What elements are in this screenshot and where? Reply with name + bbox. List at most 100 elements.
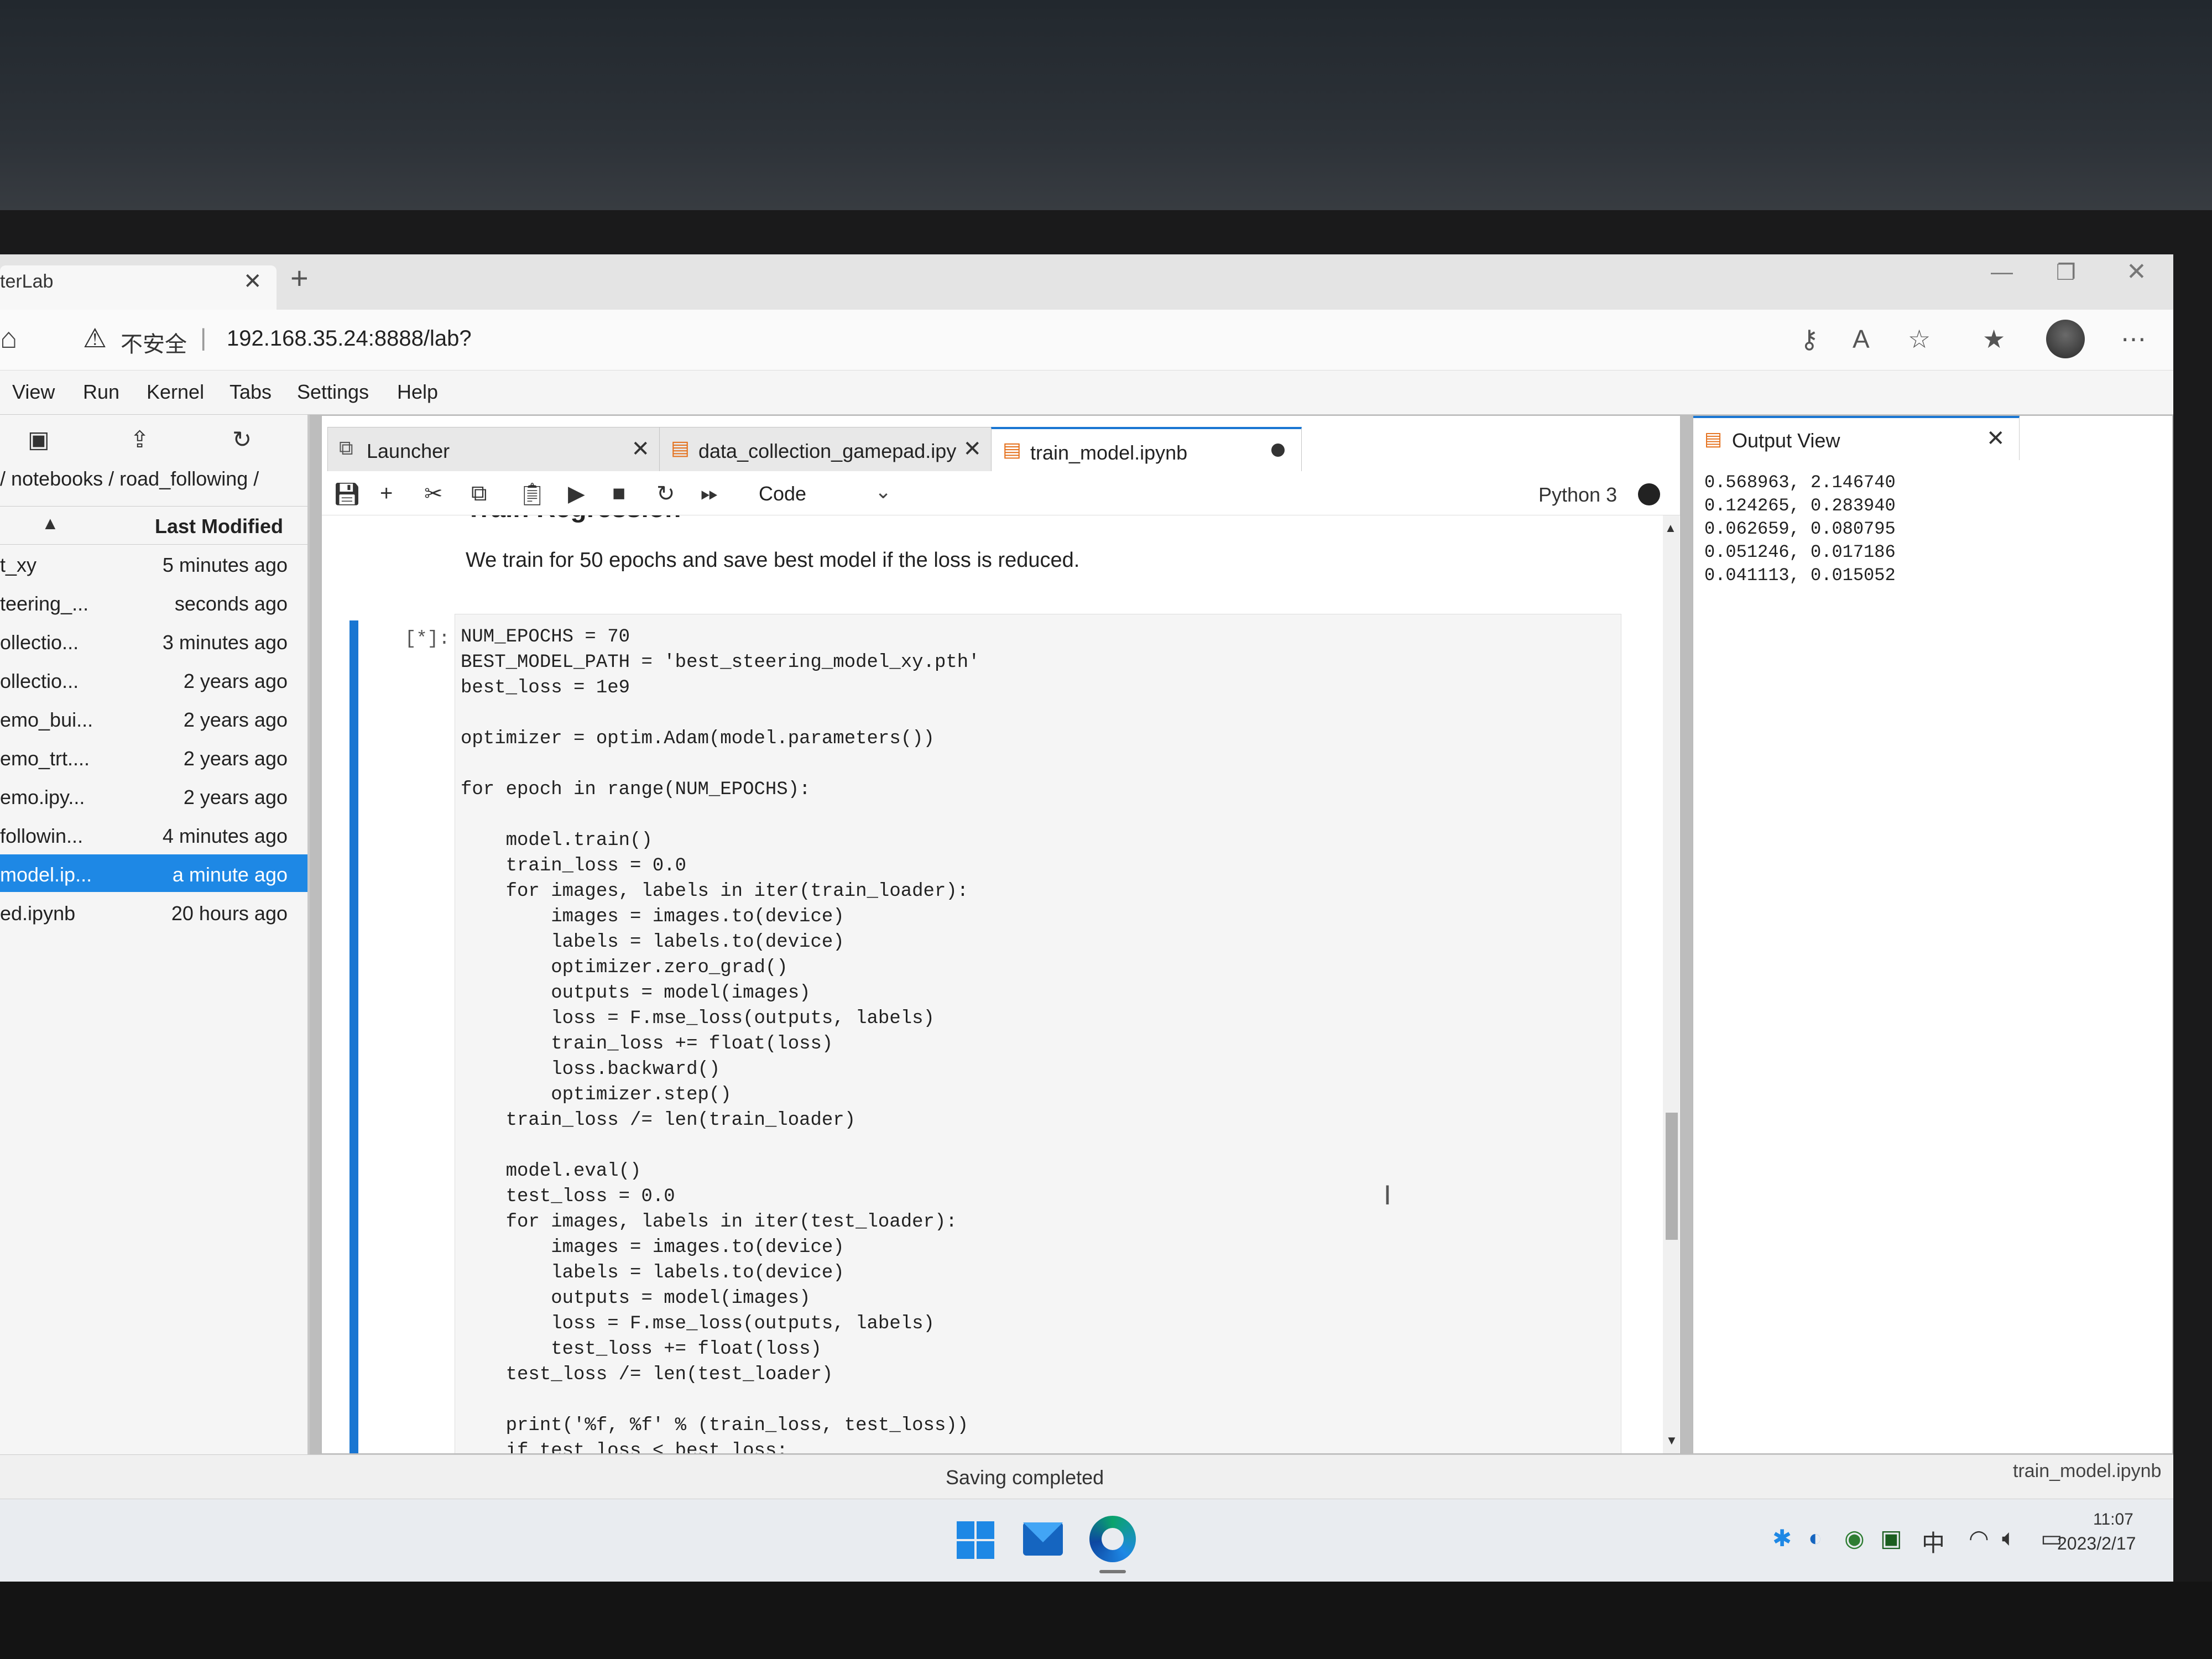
file-row-selected[interactable]: model.ip... a minute ago xyxy=(0,854,307,892)
run-all-icon[interactable]: ⏩︎ xyxy=(701,481,718,506)
home-icon[interactable]: ⌂ xyxy=(0,322,17,355)
security-label[interactable]: 不安全 xyxy=(121,326,187,358)
menu-kernel[interactable]: Kernel xyxy=(147,380,204,404)
code-line[interactable]: if test_loss < best_loss: xyxy=(461,1438,980,1453)
code-line[interactable]: images = images.to(device) xyxy=(461,904,980,930)
code-line[interactable] xyxy=(461,802,980,828)
code-editor[interactable]: NUM_EPOCHS = 70 BEST_MODEL_PATH = 'best_s… xyxy=(461,624,980,1453)
paste-icon[interactable]: 📋︎ xyxy=(518,481,546,507)
new-tab-button[interactable]: + xyxy=(290,260,309,296)
scrollbar-thumb[interactable] xyxy=(1666,1113,1678,1240)
url-input[interactable]: 192.168.35.24:8888/lab? xyxy=(227,326,472,351)
copy-icon[interactable]: ⧉ xyxy=(471,481,487,506)
code-line[interactable]: labels = labels.to(device) xyxy=(461,1260,980,1286)
code-line[interactable]: for images, labels in iter(test_loader): xyxy=(461,1209,980,1235)
code-line[interactable]: train_loss = 0.0 xyxy=(461,853,980,879)
unsaved-indicator-icon[interactable] xyxy=(1271,444,1285,457)
favorite-add-icon[interactable]: ☆ xyxy=(1908,324,1931,354)
code-line[interactable]: test_loss /= len(test_loader) xyxy=(461,1362,980,1387)
kernel-name[interactable]: Python 3 xyxy=(1538,483,1617,507)
code-line[interactable]: optimizer.step() xyxy=(461,1082,980,1108)
tab-output-view[interactable]: ▤ Output View ✕ xyxy=(1693,416,2020,460)
new-folder-icon[interactable]: ▣ xyxy=(28,426,50,453)
file-row[interactable]: ed.ipynb 20 hours ago xyxy=(0,893,307,931)
file-row[interactable]: ollectio... 3 minutes ago xyxy=(0,622,307,660)
save-icon[interactable]: 💾︎ xyxy=(333,481,361,507)
tab-close-icon[interactable]: ✕ xyxy=(963,436,982,462)
menu-view[interactable]: View xyxy=(12,380,55,404)
scroll-down-icon[interactable]: ▼ xyxy=(1666,1433,1678,1448)
code-line[interactable]: loss = F.mse_loss(outputs, labels) xyxy=(461,1311,980,1337)
code-line[interactable] xyxy=(461,1133,980,1159)
code-line[interactable]: for epoch in range(NUM_EPOCHS): xyxy=(461,777,980,802)
code-line[interactable]: outputs = model(images) xyxy=(461,980,980,1006)
code-line[interactable]: print('%f, %f' % (train_loss, test_loss)… xyxy=(461,1413,980,1438)
sort-arrow-icon[interactable]: ▲ xyxy=(41,513,59,534)
clock-time[interactable]: 11:07 xyxy=(2093,1510,2133,1529)
browser-tab-close-icon[interactable]: ✕ xyxy=(243,269,262,294)
cell-type-select[interactable]: Code xyxy=(759,482,806,505)
edge-browser-icon[interactable] xyxy=(1089,1516,1136,1562)
code-line[interactable] xyxy=(461,752,980,777)
mail-icon[interactable] xyxy=(1023,1522,1063,1556)
code-line[interactable]: optimizer = optim.Adam(model.parameters(… xyxy=(461,726,980,752)
bluetooth-icon[interactable]: ✱ xyxy=(1772,1525,1792,1552)
code-line[interactable] xyxy=(461,1387,980,1413)
volume-icon[interactable]: 🔈︎ xyxy=(2002,1525,2016,1552)
file-row[interactable]: t_xy 5 minutes ago xyxy=(0,545,307,582)
tab-data-collection[interactable]: ▤ data_collection_gamepad.ipy ✕ xyxy=(659,427,992,472)
security-tray-icon[interactable]: ◉ xyxy=(1844,1525,1865,1552)
menu-run[interactable]: Run xyxy=(83,380,119,404)
windows-start-icon[interactable] xyxy=(957,1521,995,1560)
scroll-up-icon[interactable]: ▲ xyxy=(1665,521,1677,535)
file-row[interactable]: ollectio... 2 years ago xyxy=(0,661,307,698)
clock-date[interactable]: 2023/2/17 xyxy=(2057,1533,2136,1554)
browser-tab[interactable]: terLab ✕ xyxy=(0,265,276,310)
code-line[interactable] xyxy=(461,701,980,726)
code-line[interactable]: train_loss += float(loss) xyxy=(461,1031,980,1057)
code-line[interactable]: best_loss = 1e9 xyxy=(461,675,980,701)
cut-icon[interactable]: ✂ xyxy=(424,481,443,507)
code-line[interactable]: images = images.to(device) xyxy=(461,1235,980,1260)
gpu-tray-icon[interactable]: ▣ xyxy=(1880,1525,1902,1552)
add-cell-icon[interactable]: + xyxy=(380,481,393,506)
more-icon[interactable]: ⋯ xyxy=(2121,324,2146,354)
code-line[interactable]: loss.backward() xyxy=(461,1057,980,1082)
maximize-icon[interactable]: ❐ xyxy=(2056,260,2076,285)
app-tray-icon[interactable]: ◐ xyxy=(1808,1525,1822,1551)
file-row[interactable]: emo_trt.... 2 years ago xyxy=(0,738,307,776)
restart-icon[interactable]: ↻ xyxy=(656,481,675,507)
code-line[interactable]: BEST_MODEL_PATH = 'best_steering_model_x… xyxy=(461,650,980,675)
code-line[interactable]: train_loss /= len(train_loader) xyxy=(461,1108,980,1133)
upload-icon[interactable]: ⇪ xyxy=(130,426,149,453)
menu-settings[interactable]: Settings xyxy=(297,380,369,404)
last-modified-header[interactable]: Last Modified xyxy=(155,515,283,538)
file-list-header[interactable]: ▲ Last Modified xyxy=(0,506,307,545)
tab-launcher[interactable]: ⧉ Launcher ✕ xyxy=(327,427,660,472)
code-line[interactable]: loss = F.mse_loss(outputs, labels) xyxy=(461,1006,980,1031)
menu-tabs[interactable]: Tabs xyxy=(229,380,272,404)
code-line[interactable]: outputs = model(images) xyxy=(461,1286,980,1311)
stop-icon[interactable]: ■ xyxy=(612,481,625,506)
code-line[interactable]: test_loss = 0.0 xyxy=(461,1184,980,1209)
wifi-icon[interactable]: ◠ xyxy=(1969,1525,1989,1552)
code-cell[interactable]: NUM_EPOCHS = 70 BEST_MODEL_PATH = 'best_s… xyxy=(455,614,1621,1453)
refresh-icon[interactable]: ↻ xyxy=(232,426,252,453)
menu-help[interactable]: Help xyxy=(397,380,438,404)
file-row[interactable]: followin... 4 minutes ago xyxy=(0,816,307,853)
code-line[interactable]: NUM_EPOCHS = 70 xyxy=(461,624,980,650)
file-row[interactable]: emo_bui... 2 years ago xyxy=(0,700,307,737)
tab-train-model[interactable]: ▤ train_model.ipynb xyxy=(991,427,1302,473)
code-line[interactable]: model.eval() xyxy=(461,1159,980,1184)
chevron-down-icon[interactable]: ⌄ xyxy=(875,480,891,503)
warning-icon[interactable]: ⚠ xyxy=(83,323,107,354)
run-icon[interactable]: ▶ xyxy=(568,481,585,507)
file-row[interactable]: teering_... seconds ago xyxy=(0,583,307,621)
code-line[interactable]: test_loss += float(loss) xyxy=(461,1337,980,1362)
file-row[interactable]: emo.ipy... 2 years ago xyxy=(0,777,307,815)
code-line[interactable]: for images, labels in iter(train_loader)… xyxy=(461,879,980,904)
minimize-icon[interactable]: — xyxy=(1991,260,2013,285)
close-window-icon[interactable]: ✕ xyxy=(2126,258,2147,286)
active-cell-indicator[interactable] xyxy=(349,620,358,1453)
breadcrumb[interactable]: / notebooks / road_following / xyxy=(0,467,259,491)
